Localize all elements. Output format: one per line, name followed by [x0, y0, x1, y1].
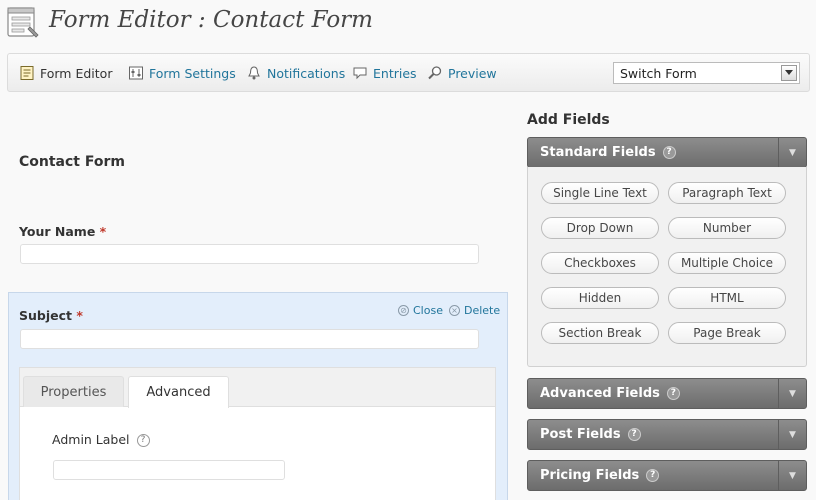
- chevron-down-icon[interactable]: ▼: [778, 461, 806, 490]
- group-label: Pricing Fields: [540, 468, 640, 483]
- toolbar-label: Entries: [373, 65, 417, 81]
- help-icon[interactable]: ?: [666, 387, 680, 400]
- group-label: Standard Fields: [540, 145, 656, 160]
- tab-properties[interactable]: Properties: [23, 376, 124, 407]
- toolbar-label: Form Settings: [149, 65, 236, 81]
- your-name-input[interactable]: [20, 244, 479, 264]
- form-toolbar: Form Editor Form Settings Notifications …: [7, 53, 810, 92]
- field-label-your-name: Your Name *: [19, 224, 106, 239]
- field-label-subject: Subject *: [19, 308, 83, 323]
- add-field-hidden-button[interactable]: Hidden: [541, 287, 659, 309]
- chevron-down-icon[interactable]: ▼: [778, 379, 806, 408]
- add-field-section-break-button[interactable]: Section Break: [541, 322, 659, 344]
- add-field-html-button[interactable]: HTML: [668, 287, 786, 309]
- field-label-text: Subject: [19, 308, 72, 323]
- form-title: Contact Form: [19, 154, 125, 170]
- group-label: Post Fields: [540, 427, 621, 442]
- add-field-multiple-choice-button[interactable]: Multiple Choice: [668, 252, 786, 274]
- preview-icon: [428, 66, 442, 80]
- help-icon[interactable]: ?: [646, 469, 660, 482]
- toolbar-item-form-editor[interactable]: Form Editor: [19, 64, 112, 82]
- close-icon: ⊘: [398, 305, 409, 316]
- help-icon[interactable]: ?: [662, 146, 676, 159]
- admin-label-input[interactable]: [53, 460, 285, 480]
- page-title: Form Editor : Contact Form: [49, 7, 373, 33]
- tab-label: Advanced: [146, 385, 211, 400]
- delete-label: Delete: [464, 304, 501, 317]
- entries-icon: [353, 67, 367, 80]
- toolbar-item-form-settings[interactable]: Form Settings: [128, 64, 236, 82]
- standard-fields-header[interactable]: Standard Fields ? ▼: [527, 137, 807, 168]
- field-label-text: Your Name: [19, 224, 96, 239]
- toolbar-item-notifications[interactable]: Notifications: [246, 64, 345, 82]
- add-field-paragraph-text-button[interactable]: Paragraph Text: [668, 182, 786, 204]
- settings-icon: [129, 66, 143, 80]
- close-field-button[interactable]: ⊘ Close: [398, 304, 443, 317]
- add-field-drop-down-button[interactable]: Drop Down: [541, 217, 659, 239]
- tab-label: Properties: [40, 384, 107, 400]
- help-icon[interactable]: ?: [627, 428, 641, 441]
- switch-form-value: Switch Form: [620, 66, 697, 81]
- toolbar-label: Notifications: [267, 65, 346, 81]
- delete-icon: ×: [449, 305, 460, 316]
- add-field-single-line-text-button[interactable]: Single Line Text: [541, 182, 659, 204]
- add-field-checkboxes-button[interactable]: Checkboxes: [541, 252, 659, 274]
- pricing-fields-header[interactable]: Pricing Fields ? ▼: [527, 460, 807, 491]
- group-label: Advanced Fields: [540, 386, 660, 401]
- close-label: Close: [413, 304, 443, 317]
- add-field-number-button[interactable]: Number: [668, 217, 786, 239]
- add-fields-title: Add Fields: [527, 112, 610, 128]
- chevron-down-icon[interactable]: ▼: [778, 138, 806, 167]
- switch-form-select[interactable]: Switch Form: [613, 62, 800, 84]
- notifications-icon: [248, 66, 260, 80]
- form-editor-icon: [20, 66, 34, 80]
- toolbar-item-preview[interactable]: Preview: [427, 64, 497, 82]
- toolbar-label: Preview: [448, 65, 497, 81]
- required-marker: *: [76, 308, 83, 323]
- tab-advanced[interactable]: Advanced: [128, 376, 229, 408]
- delete-field-button[interactable]: × Delete: [449, 304, 500, 317]
- form-editor-icon: [6, 5, 40, 39]
- chevron-down-icon[interactable]: [781, 65, 797, 81]
- advanced-fields-header[interactable]: Advanced Fields ? ▼: [527, 378, 807, 409]
- admin-label-row: Admin Label ?: [52, 432, 150, 447]
- subject-input[interactable]: [20, 329, 479, 349]
- toolbar-label: Form Editor: [40, 65, 113, 81]
- help-icon[interactable]: ?: [136, 434, 150, 447]
- chevron-down-icon[interactable]: ▼: [778, 420, 806, 449]
- toolbar-item-entries[interactable]: Entries: [352, 64, 417, 82]
- post-fields-header[interactable]: Post Fields ? ▼: [527, 419, 807, 450]
- admin-label-text: Admin Label: [52, 432, 130, 447]
- required-marker: *: [99, 224, 107, 239]
- add-field-page-break-button[interactable]: Page Break: [668, 322, 786, 344]
